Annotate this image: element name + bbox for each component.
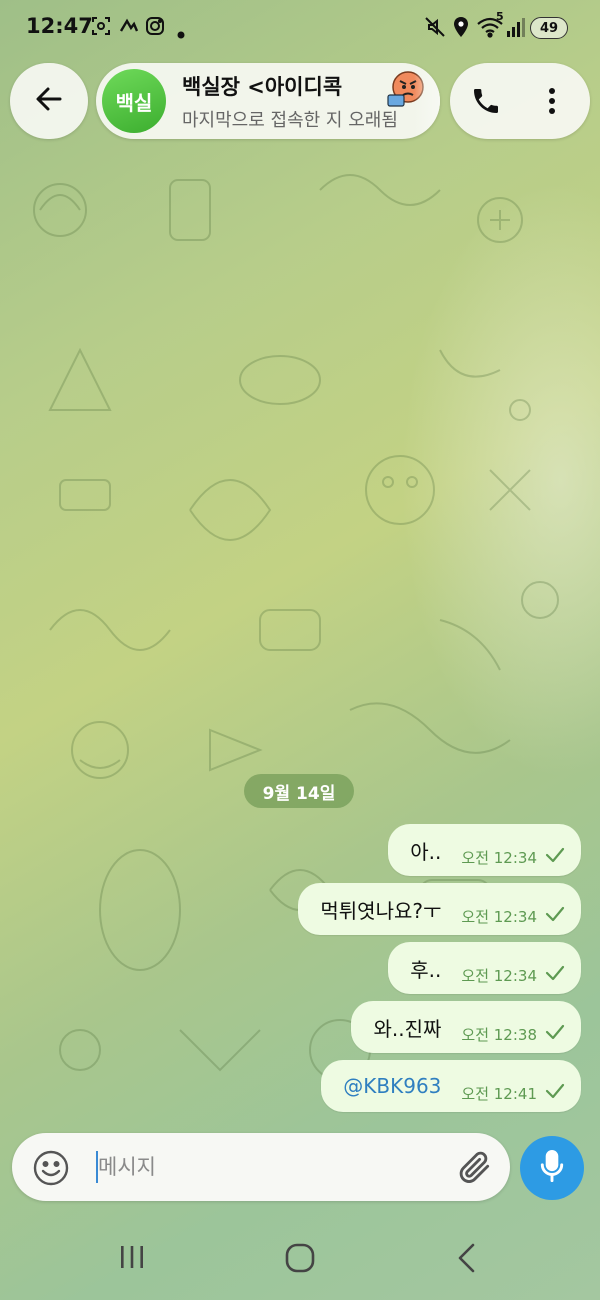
message-time: 오전 12:41 [461,1084,537,1103]
header-actions [450,63,590,139]
message-bubble[interactable]: 후.. 오전 12:34 [388,942,581,994]
back-chevron-icon[interactable] [455,1242,479,1278]
more-notifications-dot-icon [177,24,185,43]
message-mention-link[interactable]: @KBK963 [343,1074,441,1098]
message-input[interactable] [98,1147,438,1187]
message-text: 아.. [410,839,442,864]
message-bubble[interactable]: 먹튀엿나요?ㅜ 오전 12:34 [298,883,581,935]
recents-icon[interactable] [118,1242,146,1276]
message-bubble[interactable]: 와..진짜 오전 12:38 [351,1001,581,1053]
message-text: 먹튀엿나요?ㅜ [320,898,442,923]
chat-header-info[interactable]: 백실 백실장 <아이디콕 마지막으로 접속한 지 오래됨 [96,63,440,139]
system-nav-bar [0,1220,600,1300]
paperclip-icon[interactable] [456,1148,494,1190]
message-bubble[interactable]: 아.. 오전 12:34 [388,824,581,876]
sent-check-icon [545,1083,565,1103]
chat-title: 백실장 <아이디콕 [182,75,343,99]
mute-icon [424,16,446,42]
sent-check-icon [545,1024,565,1044]
message-bubble[interactable]: @KBK963 오전 12:41 [321,1060,581,1112]
battery-indicator: 49 [530,17,568,39]
smiley-icon[interactable] [32,1149,70,1191]
more-vertical-icon[interactable] [542,85,562,121]
sent-check-icon [545,847,565,867]
app-notification-icon [119,16,139,40]
message-time: 오전 12:38 [461,1025,537,1044]
location-icon [452,16,470,42]
status-bar: 12:47 5 49 [0,0,600,56]
status-time: 12:47 [26,14,93,38]
home-icon[interactable] [284,1242,316,1278]
back-button[interactable] [10,63,88,139]
screenshot-icon [91,16,111,40]
sent-check-icon [545,965,565,985]
message-text: 와..진짜 [373,1016,442,1041]
message-time: 오전 12:34 [461,907,537,926]
instagram-icon [145,16,165,40]
arrow-left-icon [34,84,64,118]
battery-level: 49 [539,20,559,36]
avatar[interactable]: 백실 [102,69,166,133]
date-separator: 9월 14일 [244,774,354,808]
message-text: 후.. [410,957,442,982]
message-time: 오전 12:34 [461,848,537,867]
message-time: 오전 12:34 [461,966,537,985]
phone-icon[interactable] [470,85,502,121]
signal-icon [506,16,526,42]
sent-check-icon [545,906,565,926]
microphone-icon [537,1149,567,1187]
chat-last-seen: 마지막으로 접속한 지 오래됨 [182,110,398,131]
voice-message-button[interactable] [520,1136,584,1200]
message-composer [12,1133,510,1201]
network-type-label: 5 [496,10,504,23]
avatar-initials: 백실 [115,90,153,115]
